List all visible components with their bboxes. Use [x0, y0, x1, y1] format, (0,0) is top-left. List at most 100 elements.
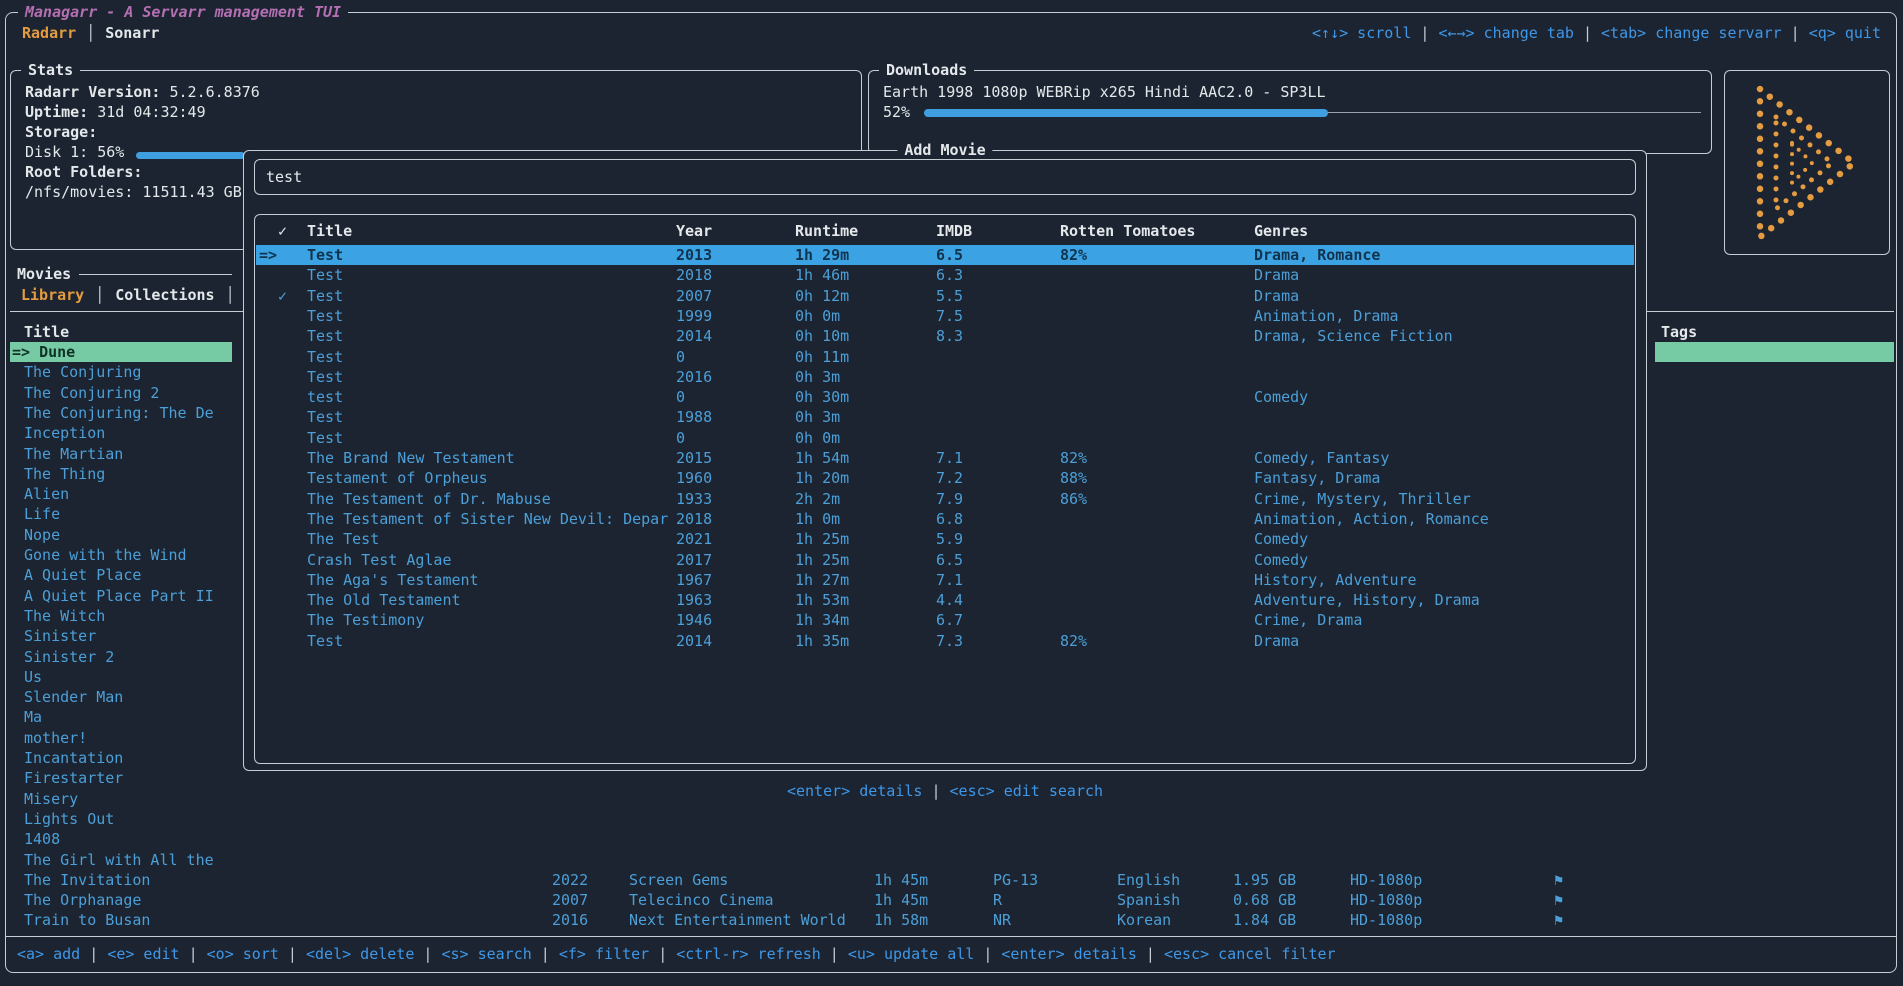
- keybind-separator: |: [180, 945, 207, 963]
- size-cell: 1.84 GB: [1233, 910, 1296, 930]
- keybind-scroll: <↑↓> scroll: [1312, 24, 1411, 42]
- quality-cell: HD-1080p: [1350, 870, 1422, 890]
- keybind-cancel-filter: <esc> cancel filter: [1164, 945, 1336, 963]
- search-result-row[interactable]: =>Test20131h 29m6.582%Drama, Romance: [256, 245, 1634, 265]
- year-cell: 2007: [676, 286, 712, 306]
- keybind-refresh: <ctrl-r> refresh: [676, 945, 821, 963]
- studio-cell: Next Entertainment World: [629, 910, 846, 930]
- tab-sonarr[interactable]: Sonarr: [105, 23, 159, 43]
- year-cell: 2016: [552, 910, 588, 930]
- title-cell: Test: [307, 286, 343, 306]
- search-result-row[interactable]: The Old Testament19631h 53m4.4Adventure,…: [256, 590, 1634, 610]
- keybind-delete: <del> delete: [306, 945, 414, 963]
- title-cell: Test: [307, 326, 343, 346]
- search-result-row[interactable]: Crash Test Aglae20171h 25m6.5Comedy: [256, 550, 1634, 570]
- title-cell: Crash Test Aglae: [307, 550, 452, 570]
- runtime-cell: 1h 58m: [874, 910, 928, 930]
- genres-cell: Drama, Romance: [1254, 245, 1380, 265]
- added-check-icon: ✓: [278, 286, 287, 306]
- runtime-cell: 0h 0m: [795, 306, 840, 326]
- search-result-row[interactable]: The Testament of Dr. Mabuse19332h 2m7.98…: [256, 489, 1634, 509]
- imdb-cell: 7.2: [936, 468, 963, 488]
- year-cell: 1960: [676, 468, 712, 488]
- search-result-row[interactable]: The Test20211h 25m5.9Comedy: [256, 529, 1634, 549]
- genres-cell: Drama: [1254, 286, 1299, 306]
- search-result-row[interactable]: Test20160h 3m: [256, 367, 1634, 387]
- runtime-cell: 2h 2m: [795, 489, 840, 509]
- search-result-row[interactable]: Test20181h 46m6.3Drama: [256, 265, 1634, 285]
- year-cell: 2016: [676, 367, 712, 387]
- title-cell: Test: [307, 245, 343, 265]
- search-result-row[interactable]: The Testament of Sister New Devil: Depar…: [256, 509, 1634, 529]
- quality-cell: HD-1080p: [1350, 890, 1422, 910]
- title-cell: The Testament of Dr. Mabuse: [307, 489, 551, 509]
- search-result-row[interactable]: Test00h 11m: [256, 347, 1634, 367]
- imdb-cell: 8.3: [936, 326, 963, 346]
- search-result-row[interactable]: test00h 30mComedy: [256, 387, 1634, 407]
- search-result-row[interactable]: Test20141h 35m7.382%Drama: [256, 631, 1634, 651]
- tab-radarr[interactable]: Radarr: [22, 23, 76, 43]
- genres-cell: History, Adventure: [1254, 570, 1417, 590]
- year-cell: 0: [676, 428, 685, 448]
- rotten-tomatoes-cell: 82%: [1060, 245, 1087, 265]
- genres-cell: Comedy: [1254, 387, 1308, 407]
- title-cell: Test: [307, 306, 343, 326]
- search-result-row[interactable]: The Brand New Testament20151h 54m7.182%C…: [256, 448, 1634, 468]
- title-cell: Test: [307, 631, 343, 651]
- search-result-row[interactable]: Test19990h 0m7.5Animation, Drama: [256, 306, 1634, 326]
- movie-search-input[interactable]: [255, 160, 1635, 194]
- imdb-cell: 6.8: [936, 509, 963, 529]
- year-cell: 2015: [676, 448, 712, 468]
- add-movie-modal: Add Movie ✓TitleYearRuntimeIMDBRotten To…: [243, 150, 1647, 771]
- keybind-separator: |: [1782, 24, 1809, 42]
- genres-cell: Crime, Mystery, Thriller: [1254, 489, 1471, 509]
- keybind-details: <enter> details: [787, 782, 922, 800]
- modal-keybinds: <enter> details | <esc> edit search: [243, 781, 1647, 801]
- studio-cell: Screen Gems: [629, 870, 728, 890]
- year-cell: 2021: [676, 529, 712, 549]
- add-movie-title: Add Movie: [897, 140, 992, 160]
- imdb-cell: 7.1: [936, 448, 963, 468]
- title-cell: Test: [307, 265, 343, 285]
- imdb-cell: 6.5: [936, 550, 963, 570]
- search-result-row[interactable]: Testament of Orpheus19601h 20m7.288%Fant…: [256, 468, 1634, 488]
- genres-cell: Animation, Drama: [1254, 306, 1399, 326]
- search-result-row[interactable]: The Testimony19461h 34m6.7Crime, Drama: [256, 610, 1634, 630]
- results-header-year: Year: [676, 221, 712, 241]
- size-cell: 0.68 GB: [1233, 890, 1296, 910]
- keybind-separator: |: [414, 945, 441, 963]
- selection-arrow-icon: =>: [259, 245, 277, 265]
- title-cell: Test: [307, 428, 343, 448]
- runtime-cell: 0h 12m: [795, 286, 849, 306]
- genres-cell: Crime, Drama: [1254, 610, 1362, 630]
- search-result-row[interactable]: Test00h 0m: [256, 428, 1634, 448]
- title-cell: The Brand New Testament: [307, 448, 515, 468]
- genres-cell: Comedy, Fantasy: [1254, 448, 1389, 468]
- keybind-change-tab: <←→> change tab: [1438, 24, 1573, 42]
- runtime-cell: 1h 46m: [795, 265, 849, 285]
- quality-cell: HD-1080p: [1350, 910, 1422, 930]
- certification-cell: NR: [993, 910, 1011, 930]
- language-cell: English: [1117, 870, 1180, 890]
- runtime-cell: 1h 29m: [795, 245, 849, 265]
- search-result-row[interactable]: ✓Test20070h 12m5.5Drama: [256, 286, 1634, 306]
- search-result-row[interactable]: Test19880h 3m: [256, 407, 1634, 427]
- language-cell: Spanish: [1117, 890, 1180, 910]
- year-cell: 1933: [676, 489, 712, 509]
- genres-cell: Drama: [1254, 265, 1299, 285]
- bottom-bar-rule: [6, 936, 1896, 937]
- imdb-cell: 7.3: [936, 631, 963, 651]
- runtime-cell: 1h 53m: [795, 590, 849, 610]
- genres-cell: Comedy: [1254, 529, 1308, 549]
- genres-cell: Fantasy, Drama: [1254, 468, 1380, 488]
- runtime-cell: 1h 34m: [795, 610, 849, 630]
- search-result-row[interactable]: Test20140h 10m8.3Drama, Science Fiction: [256, 326, 1634, 346]
- genres-cell: Drama: [1254, 631, 1299, 651]
- imdb-cell: 5.9: [936, 529, 963, 549]
- runtime-cell: 0h 10m: [795, 326, 849, 346]
- runtime-cell: 0h 3m: [795, 367, 840, 387]
- search-result-row[interactable]: The Aga's Testament19671h 27m7.1History,…: [256, 570, 1634, 590]
- runtime-cell: 1h 45m: [874, 870, 928, 890]
- runtime-cell: 1h 45m: [874, 890, 928, 910]
- language-cell: Korean: [1117, 910, 1171, 930]
